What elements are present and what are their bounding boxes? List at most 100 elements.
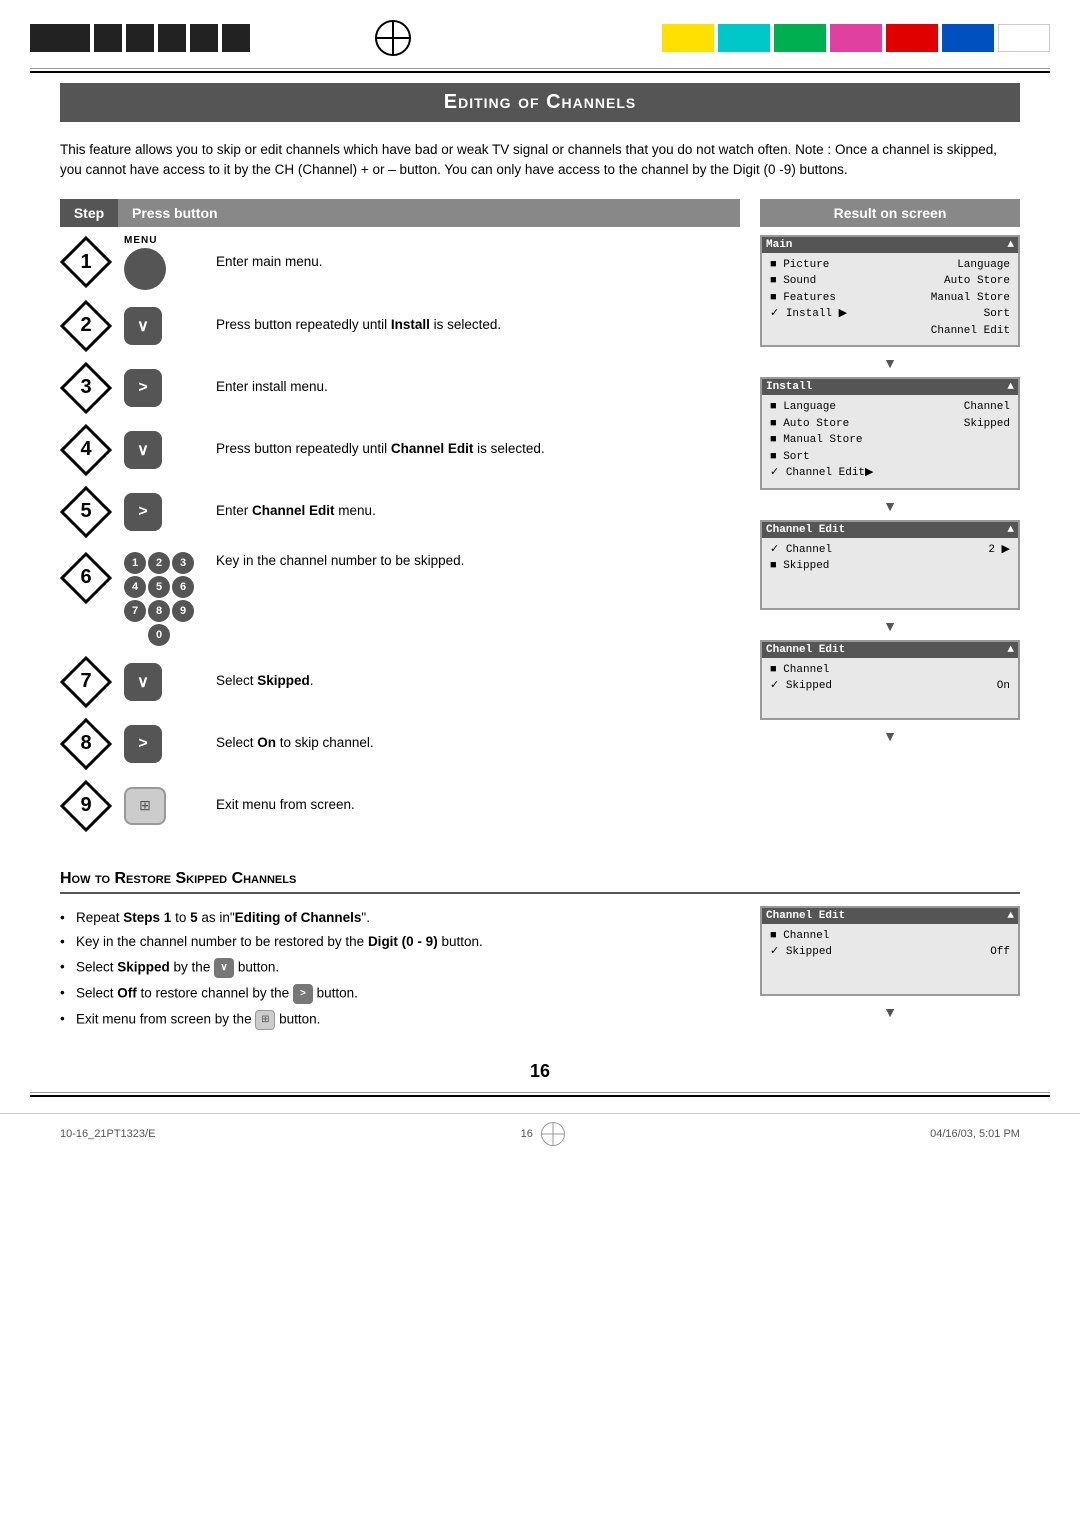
step-diamond-6: 6 — [60, 552, 112, 604]
step-8-button-area: > — [124, 725, 204, 763]
inline-right-btn: > — [293, 984, 313, 1004]
top-thin-line — [30, 68, 1050, 69]
color-blocks — [662, 24, 1050, 52]
step-row-3: 3 > Enter install menu. — [60, 362, 740, 414]
screen-4-row-2: ✓ Skipped On — [770, 678, 1010, 695]
screen-restore-row-1: ■ Channel — [770, 928, 1010, 945]
step-9-button-area: ⊞ — [124, 787, 204, 825]
inline-down-btn: ∨ — [214, 958, 234, 978]
step-num-1: 1 — [80, 251, 91, 274]
step-row-6: 6 1 2 3 4 5 6 7 8 9 0 — [60, 548, 740, 646]
screens-column: Result on screen Main ▲ ■ Picture Langua… — [760, 199, 1020, 842]
screen-2-up-arrow: ▲ — [1007, 381, 1014, 393]
step-3-text: Enter install menu. — [216, 378, 740, 397]
page-title: Editing of Channels — [80, 91, 1000, 114]
black-block-4 — [158, 24, 186, 52]
screen-3: Channel Edit ▲ ✓ Channel 2 ▶ ■ Skipped — [760, 520, 1020, 610]
screen-1-row-3: ■ Features Manual Store — [770, 290, 1010, 307]
step-1-text: Enter main menu. — [216, 253, 740, 272]
top-bar-left — [30, 24, 250, 52]
step-num-2: 2 — [80, 314, 91, 337]
table-header: Step Press button — [60, 199, 740, 227]
step-diamond-2: 2 — [60, 300, 112, 352]
screen-3-title: Channel Edit ▲ — [762, 522, 1018, 538]
arrow-down-restore: ▼ — [760, 1004, 1020, 1020]
top-bar — [0, 10, 1080, 66]
step-diamond-9: 9 — [60, 780, 112, 832]
num-btn-9: 9 — [172, 600, 194, 622]
section2-bullets-container: Repeat Steps 1 to 5 as in"Editing of Cha… — [60, 906, 740, 1034]
step-8-text: Select On to skip channel. — [216, 734, 740, 753]
bullet-item-4: Select Off to restore channel by the > b… — [60, 981, 740, 1007]
step-num-4: 4 — [80, 438, 91, 461]
screen-4-row-1: ■ Channel — [770, 662, 1010, 679]
num-btn-6: 6 — [172, 576, 194, 598]
step-5-text: Enter Channel Edit menu. — [216, 502, 740, 521]
color-yellow — [662, 24, 714, 52]
step-2-button-area: ∨ — [124, 307, 204, 345]
step-row-7: 7 ∨ Select Skipped. — [60, 656, 740, 708]
intro-text: This feature allows you to skip or edit … — [60, 140, 1020, 181]
color-blue — [942, 24, 994, 52]
arrow-down-2: ▼ — [760, 498, 1020, 514]
screen-2-title: Install ▲ — [762, 379, 1018, 395]
col-header-result: Result on screen — [760, 199, 1020, 227]
page-number: 16 — [60, 1061, 1020, 1082]
screen-restore-up-arrow: ▲ — [1007, 910, 1014, 922]
step-row-9: 9 ⊞ Exit menu from screen. — [60, 780, 740, 832]
step-9-text: Exit menu from screen. — [216, 796, 740, 815]
step-num-6: 6 — [80, 566, 91, 589]
screen-1-row-4: ✓ Install ▶ Sort — [770, 306, 1010, 323]
screen-2-row-1: ■ Language Channel — [770, 399, 1010, 416]
step-1-button-area: MENU — [124, 235, 204, 290]
step-6-button-area: 1 2 3 4 5 6 7 8 9 0 — [124, 552, 204, 646]
inline-exit-btn: ⊞ — [255, 1010, 275, 1030]
col-header-step: Step — [60, 199, 118, 227]
section2: How to Restore Skipped Channels Repeat S… — [60, 870, 1020, 1034]
num-btn-2: 2 — [148, 552, 170, 574]
screen-restore-title: Channel Edit ▲ — [762, 908, 1018, 924]
num-btn-3: 3 — [172, 552, 194, 574]
arrow-down-3: ▼ — [760, 618, 1020, 634]
title-box: Editing of Channels — [60, 83, 1020, 122]
screen-2-row-2: ■ Auto Store Skipped — [770, 416, 1010, 433]
bottom-border-line — [30, 1095, 1050, 1097]
step-6-text: Key in the channel number to be skipped. — [216, 552, 740, 571]
step-diamond-1: 1 — [60, 236, 112, 288]
step-4-text: Press button repeatedly until Channel Ed… — [216, 440, 740, 459]
screen-2: Install ▲ ■ Language Channel ■ Auto Stor… — [760, 377, 1020, 490]
black-block-6 — [222, 24, 250, 52]
screen-3-row-1: ✓ Channel 2 ▶ — [770, 542, 1010, 559]
step-diamond-8: 8 — [60, 718, 112, 770]
step-row-5: 5 > Enter Channel Edit menu. — [60, 486, 740, 538]
footer-left: 10-16_21PT1323/E — [60, 1128, 155, 1140]
screen-4-title: Channel Edit ▲ — [762, 642, 1018, 658]
arrow-down-4: ▼ — [760, 728, 1020, 744]
main-content: Editing of Channels This feature allows … — [0, 83, 1080, 1082]
black-block-2 — [94, 24, 122, 52]
step-row-1: 1 MENU Enter main menu. — [60, 235, 740, 290]
screen-1-row-5: Channel Edit — [770, 323, 1010, 340]
btn-exit-9: ⊞ — [124, 787, 166, 825]
screen-1-row-2: ■ Sound Auto Store — [770, 273, 1010, 290]
num-btn-1: 1 — [124, 552, 146, 574]
section2-title: How to Restore Skipped Channels — [60, 870, 1020, 894]
screen-1: Main ▲ ■ Picture Language ■ Sound Auto S… — [760, 235, 1020, 348]
col-header-press: Press button — [118, 199, 740, 227]
screen-4: Channel Edit ▲ ■ Channel ✓ Skipped On — [760, 640, 1020, 720]
num-btn-4: 4 — [124, 576, 146, 598]
color-red — [886, 24, 938, 52]
btn-menu-1 — [124, 248, 166, 290]
black-block-1 — [30, 24, 90, 52]
screen-2-row-3: ■ Manual Store — [770, 432, 1010, 449]
num-btn-0: 0 — [148, 624, 170, 646]
steps-column: Step Press button 1 MENU Enter main menu… — [60, 199, 740, 842]
num-btn-7: 7 — [124, 600, 146, 622]
step-3-button-area: > — [124, 369, 204, 407]
footer-right: 04/16/03, 5:01 PM — [930, 1128, 1020, 1140]
numpad-6: 1 2 3 4 5 6 7 8 9 0 — [124, 552, 194, 646]
btn-right-3: > — [124, 369, 162, 407]
screen-3-up-arrow: ▲ — [1007, 524, 1014, 536]
crosshair-top — [375, 20, 411, 56]
black-block-5 — [190, 24, 218, 52]
